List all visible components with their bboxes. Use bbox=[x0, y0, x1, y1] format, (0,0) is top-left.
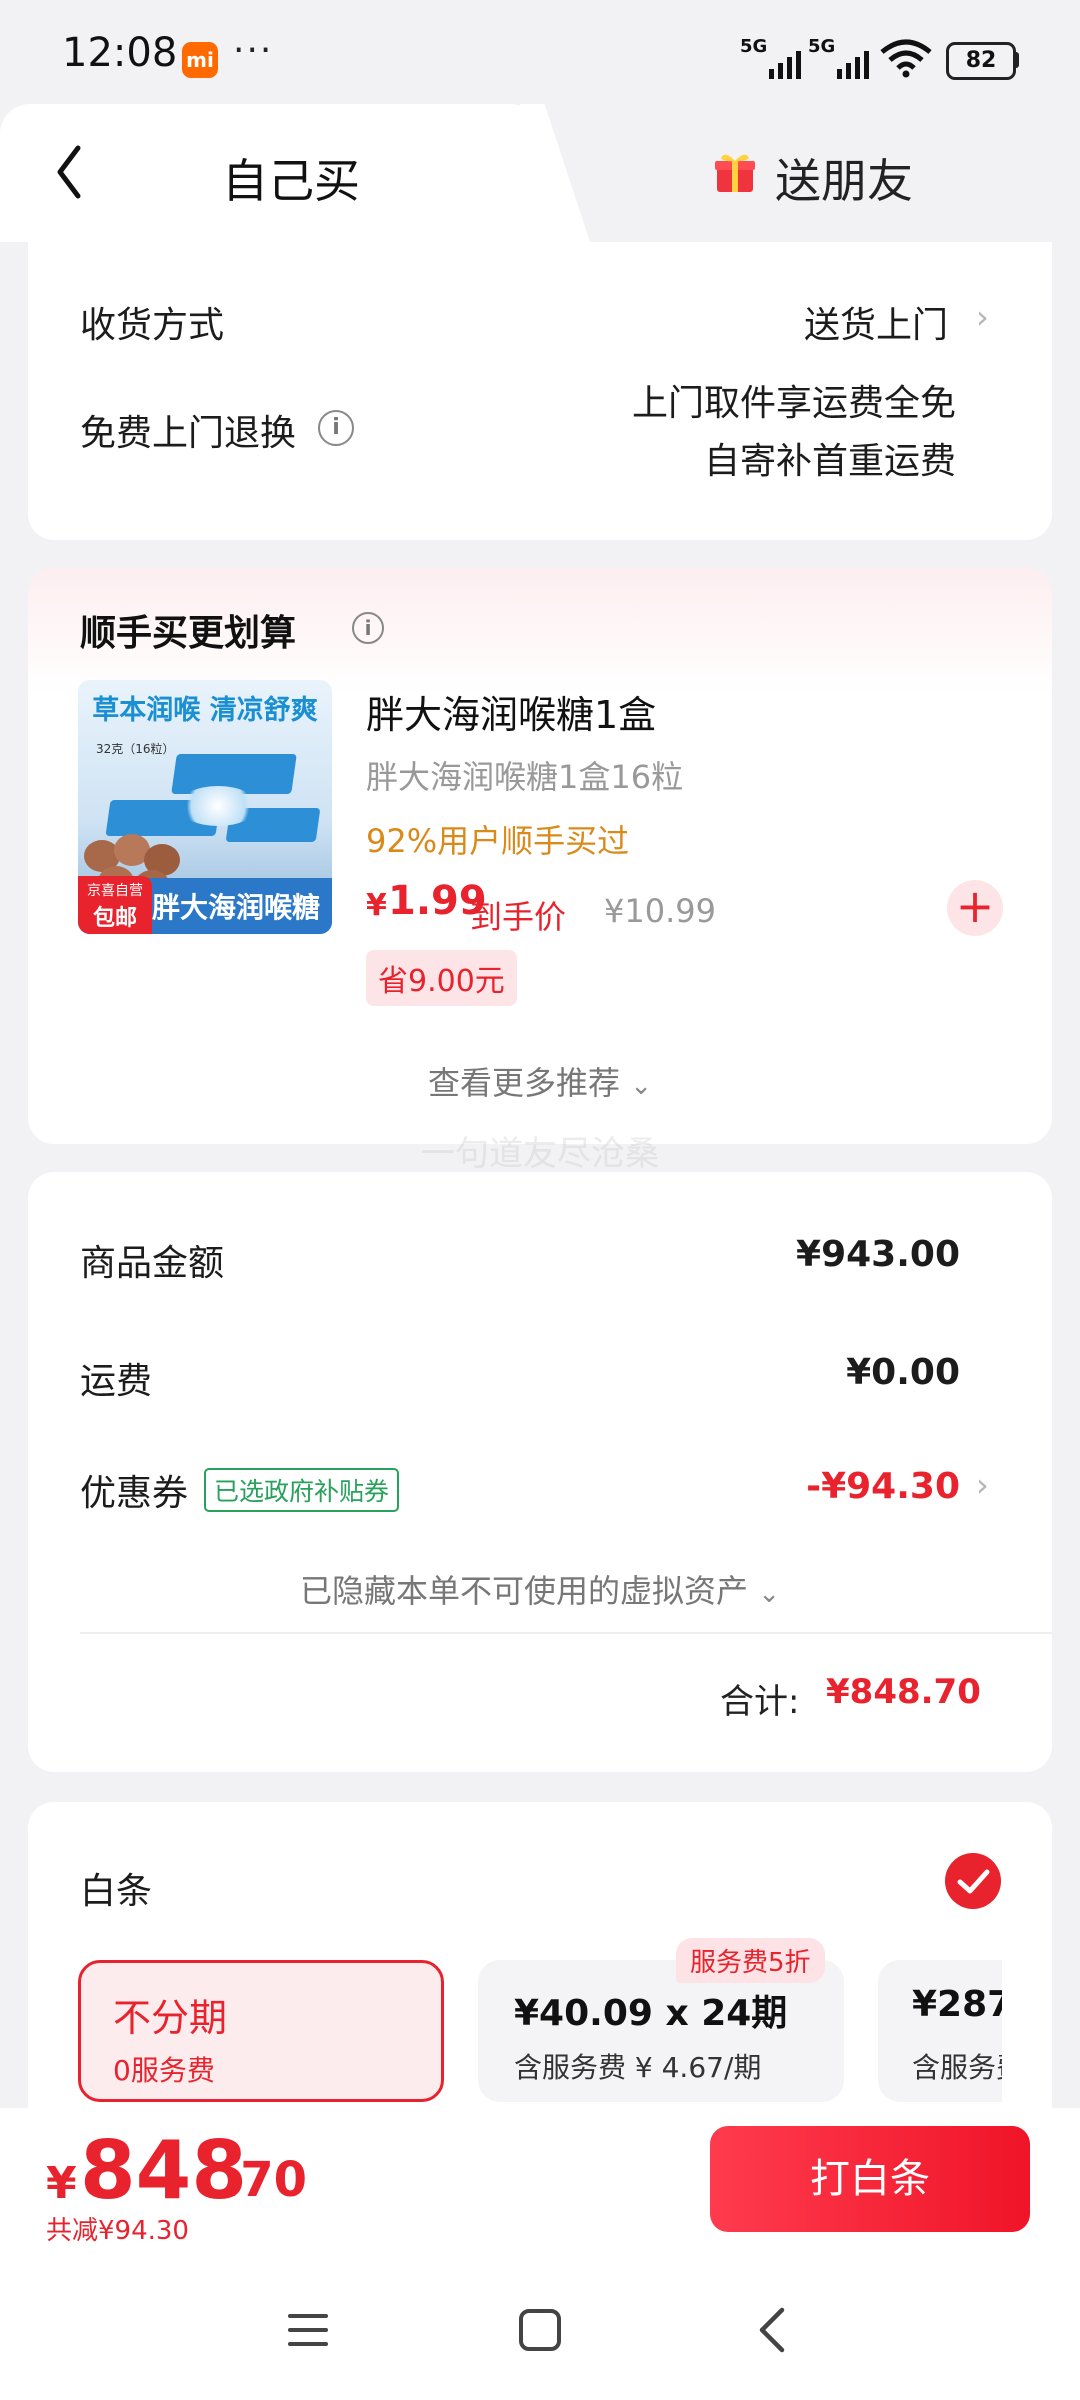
free-return-label: 免费上门退换 bbox=[80, 413, 297, 454]
add-product-button[interactable]: + bbox=[947, 880, 1003, 936]
installment-24-sub: 含服务费 ¥ 4.67/期 bbox=[514, 2051, 762, 2084]
installment-option-3-clip: ¥287 含服务费 bbox=[878, 1960, 1002, 2102]
mi-app-icon: mi bbox=[182, 42, 218, 78]
hidden-assets-toggle[interactable]: 已隐藏本单不可使用的虚拟资产 ⌄ bbox=[0, 1566, 1080, 1612]
product-spec: 胖大海润喉糖1盒16粒 bbox=[366, 758, 684, 796]
tab-gift-label[interactable]: 送朋友 bbox=[775, 145, 913, 211]
product-stat: 92%用户顺手买过 bbox=[366, 822, 630, 860]
chevron-right-icon[interactable]: › bbox=[976, 298, 989, 336]
signal-icon-2: 5G bbox=[808, 36, 870, 79]
goods-amount-value: ¥943.00 bbox=[796, 1234, 960, 1275]
more-recommend-label[interactable]: 查看更多推荐 bbox=[428, 1064, 620, 1102]
installment-none-title: 不分期 bbox=[113, 1996, 228, 2040]
more-recommend-link[interactable]: 查看更多推荐 ⌄ bbox=[0, 1058, 1080, 1104]
battery-tip bbox=[1014, 52, 1019, 68]
service-fee-discount-tag: 服务费5折 bbox=[676, 1938, 825, 1983]
wifi-icon bbox=[880, 39, 932, 78]
home-icon[interactable] bbox=[518, 2308, 562, 2352]
info-icon[interactable]: i bbox=[318, 410, 354, 446]
product-orig-price: ¥10.99 bbox=[604, 892, 716, 930]
delivery-method-label: 收货方式 bbox=[80, 305, 225, 346]
product-image[interactable]: 草本润喉 清凉舒爽 32克（16粒） 胖大海润喉糖 京喜自营 包邮 bbox=[78, 680, 332, 934]
footer-price-symbol: ¥ bbox=[46, 2158, 77, 2209]
nav-back-icon[interactable] bbox=[756, 2306, 788, 2354]
shipping-label: 运费 bbox=[80, 1361, 153, 1402]
signal-label-2: 5G bbox=[808, 36, 836, 57]
product-price-label: 到手价 bbox=[470, 898, 567, 936]
menu-icon[interactable] bbox=[286, 2310, 330, 2350]
shipping-value: ¥0.00 bbox=[846, 1352, 960, 1393]
installment-none-sub: 0服务费 bbox=[113, 2054, 215, 2087]
divider bbox=[80, 1632, 1052, 1634]
installment-24-title: ¥40.09 x 24期 bbox=[514, 1993, 788, 2034]
total-label: 合计: bbox=[720, 1682, 800, 1722]
signal-label-1: 5G bbox=[740, 36, 768, 57]
product-image-brand: 胖大海润喉糖 bbox=[152, 891, 321, 924]
tab-self-label[interactable]: 自己买 bbox=[222, 145, 360, 211]
signal-icon: 5G bbox=[740, 36, 802, 79]
goods-amount-label: 商品金额 bbox=[80, 1243, 225, 1284]
battery-icon: 82 bbox=[946, 42, 1016, 80]
installment-3-title: ¥287 bbox=[912, 1984, 1002, 2025]
product-image-slogan: 草本润喉 清凉舒爽 bbox=[92, 695, 318, 726]
chevron-down-icon: ⌄ bbox=[630, 1071, 652, 1101]
hidden-assets-label[interactable]: 已隐藏本单不可使用的虚拟资产 bbox=[300, 1572, 748, 1610]
gift-icon bbox=[715, 154, 755, 192]
coupon-value[interactable]: -¥94.30 bbox=[700, 1466, 960, 1507]
baitiao-title: 白条 bbox=[80, 1871, 153, 1912]
chevron-right-icon-coupon[interactable]: › bbox=[976, 1466, 989, 1504]
watermark: 一句道友尽沧桑 bbox=[421, 1134, 659, 1174]
installment-option-3[interactable]: ¥287 含服务费 bbox=[878, 1960, 1002, 2102]
check-circle-icon[interactable] bbox=[944, 1852, 1002, 1910]
chevron-down-icon-assets: ⌄ bbox=[758, 1579, 780, 1609]
back-arrow-icon[interactable] bbox=[48, 142, 96, 202]
more-notifications-icon: ··· bbox=[233, 30, 274, 71]
footer-price-dec: .70 bbox=[222, 2152, 308, 2208]
product-save-badge: 省9.00元 bbox=[366, 950, 517, 1006]
footer-reduced: 共减¥94.30 bbox=[46, 2216, 189, 2246]
recommend-title: 顺手买更划算 bbox=[80, 613, 297, 654]
info-icon-recommend[interactable]: i bbox=[352, 612, 384, 644]
product-name[interactable]: 胖大海润喉糖1盒 bbox=[366, 684, 656, 739]
product-image-tag2: 包邮 bbox=[92, 906, 137, 931]
free-return-line2: 自寄补首重运费 bbox=[703, 441, 956, 482]
delivery-method-value[interactable]: 送货上门 bbox=[720, 296, 948, 348]
product-image-weight: 32克（16粒） bbox=[96, 742, 175, 756]
total-value: ¥848.70 bbox=[826, 1672, 981, 1712]
gov-subsidy-badge: 已选政府补贴券 bbox=[204, 1468, 400, 1512]
status-time: 12:08 bbox=[62, 30, 178, 76]
installment-3-sub: 含服务费 bbox=[912, 2051, 1002, 2084]
coupon-label: 优惠券 bbox=[80, 1473, 189, 1514]
product-price-symbol: ¥ bbox=[366, 888, 387, 923]
free-return-line1: 上门取件享运费全免 bbox=[631, 383, 956, 424]
pay-baitiao-button[interactable]: 打白条 bbox=[710, 2126, 1030, 2232]
installment-option-none[interactable]: 不分期 0服务费 bbox=[78, 1960, 444, 2102]
product-image-tag1: 京喜自营 bbox=[87, 883, 143, 899]
